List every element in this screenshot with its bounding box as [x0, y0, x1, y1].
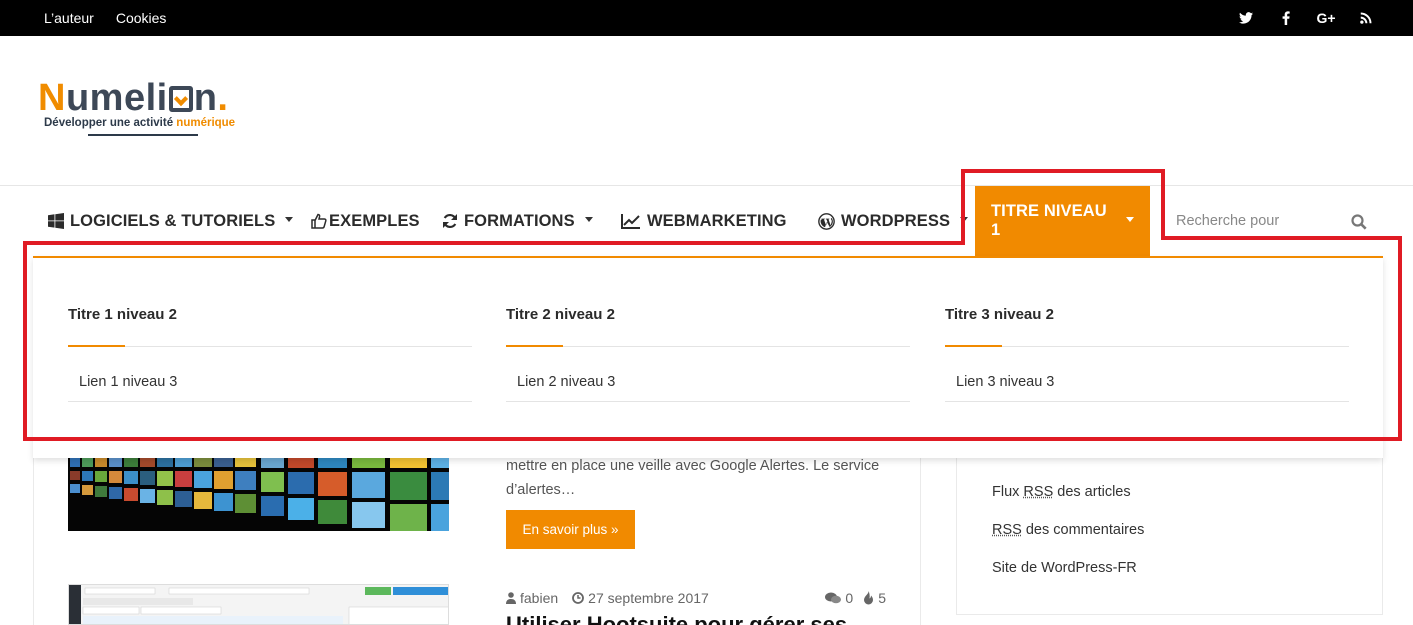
mega-link[interactable]: Lien 1 niveau 3: [79, 374, 177, 390]
mega-link-divider: [506, 401, 910, 402]
wordpress-icon: [818, 212, 835, 230]
nav-item-formations[interactable]: FORMATIONS: [442, 186, 593, 256]
sidebar-meta-widget: Déconnexion Flux RSS des articles RSS de…: [956, 440, 1383, 615]
mega-column-divider: [68, 345, 472, 347]
sidebar-link-rss-comments[interactable]: RSS des commentaires: [992, 522, 1144, 538]
top-bar: L’auteur Cookies G+: [0, 0, 1413, 36]
chevron-down-icon: [584, 216, 593, 222]
sidebar-link-wordpress-fr[interactable]: Site de WordPress-FR: [992, 560, 1137, 576]
post-author[interactable]: fabien: [506, 590, 558, 606]
logo-underline: [88, 134, 198, 136]
site-logo[interactable]: Numeli n. Développer une activité numéri…: [38, 78, 235, 136]
mega-column-title[interactable]: Titre 1 niveau 2: [68, 306, 177, 323]
chevron-down-icon: [1126, 216, 1134, 222]
social-links: G+: [1235, 0, 1377, 36]
chevron-down-icon: [960, 216, 969, 222]
top-links: L’auteur Cookies: [44, 0, 166, 36]
search-icon[interactable]: [1351, 214, 1367, 230]
main-nav: LOGICIELS & TUTORIELS EXEMPLES FORMATION…: [33, 186, 1383, 256]
nav-item-webmarketing[interactable]: WEBMARKETING: [621, 186, 787, 256]
content-border-left: [33, 440, 34, 625]
mega-link[interactable]: Lien 3 niveau 3: [956, 374, 1054, 390]
next-post-title[interactable]: Utiliser Hootsuite pour gérer ses: [506, 612, 847, 625]
rss-icon[interactable]: [1355, 8, 1377, 28]
mega-column-divider: [945, 345, 1349, 347]
thumbs-up-icon: [311, 213, 327, 229]
post-excerpt: mettre en place une veille avec Google A…: [506, 458, 880, 498]
mega-column-title[interactable]: Titre 3 niveau 2: [945, 306, 1054, 323]
windows-icon: [48, 213, 64, 229]
sidebar-link-rss-articles[interactable]: Flux RSS des articles: [992, 484, 1131, 500]
content-border-right: [920, 440, 921, 625]
nav-item-exemples[interactable]: EXEMPLES: [311, 186, 420, 256]
logo-o-icon: [168, 86, 193, 112]
top-link-cookies[interactable]: Cookies: [116, 10, 167, 26]
logo-wordmark: Numeli n.: [38, 77, 229, 119]
search-box: [1176, 186, 1383, 256]
clock-icon: [572, 592, 585, 604]
comments-icon: [825, 592, 842, 604]
nav-item-titre-niveau-1[interactable]: TITRE NIVEAU 1: [975, 186, 1150, 256]
read-more-button[interactable]: En savoir plus »: [506, 510, 635, 549]
fire-icon: [863, 591, 874, 605]
nav-item-wordpress[interactable]: WORDPRESS: [818, 186, 969, 256]
refresh-icon: [442, 213, 458, 229]
post-views: 5: [863, 590, 886, 606]
chevron-down-icon: [285, 216, 294, 222]
mega-link[interactable]: Lien 2 niveau 3: [517, 374, 615, 390]
user-icon: [506, 592, 516, 604]
google-plus-icon[interactable]: G+: [1315, 8, 1337, 28]
search-input[interactable]: [1176, 213, 1346, 229]
mega-column-divider: [506, 345, 910, 347]
post-thumbnail-hootsuite[interactable]: [68, 584, 449, 625]
twitter-icon[interactable]: [1235, 8, 1257, 28]
post-date: 27 septembre 2017: [572, 590, 709, 606]
mega-dropdown-menu: Titre 1 niveau 2 Lien 1 niveau 3 Titre 2…: [33, 256, 1383, 458]
line-chart-icon: [621, 213, 641, 229]
mega-link-divider: [68, 401, 472, 402]
mega-link-divider: [945, 401, 1349, 402]
nav-item-logiciels[interactable]: LOGICIELS & TUTORIELS: [48, 186, 294, 256]
mega-column-title[interactable]: Titre 2 niveau 2: [506, 306, 615, 323]
logo-tagline: Développer une activité numérique: [44, 117, 236, 129]
top-link-author[interactable]: L’auteur: [44, 10, 94, 26]
post-meta: fabien 27 septembre 2017 0 5: [506, 589, 886, 607]
facebook-icon[interactable]: [1275, 8, 1297, 28]
post-comments[interactable]: 0: [825, 590, 853, 606]
